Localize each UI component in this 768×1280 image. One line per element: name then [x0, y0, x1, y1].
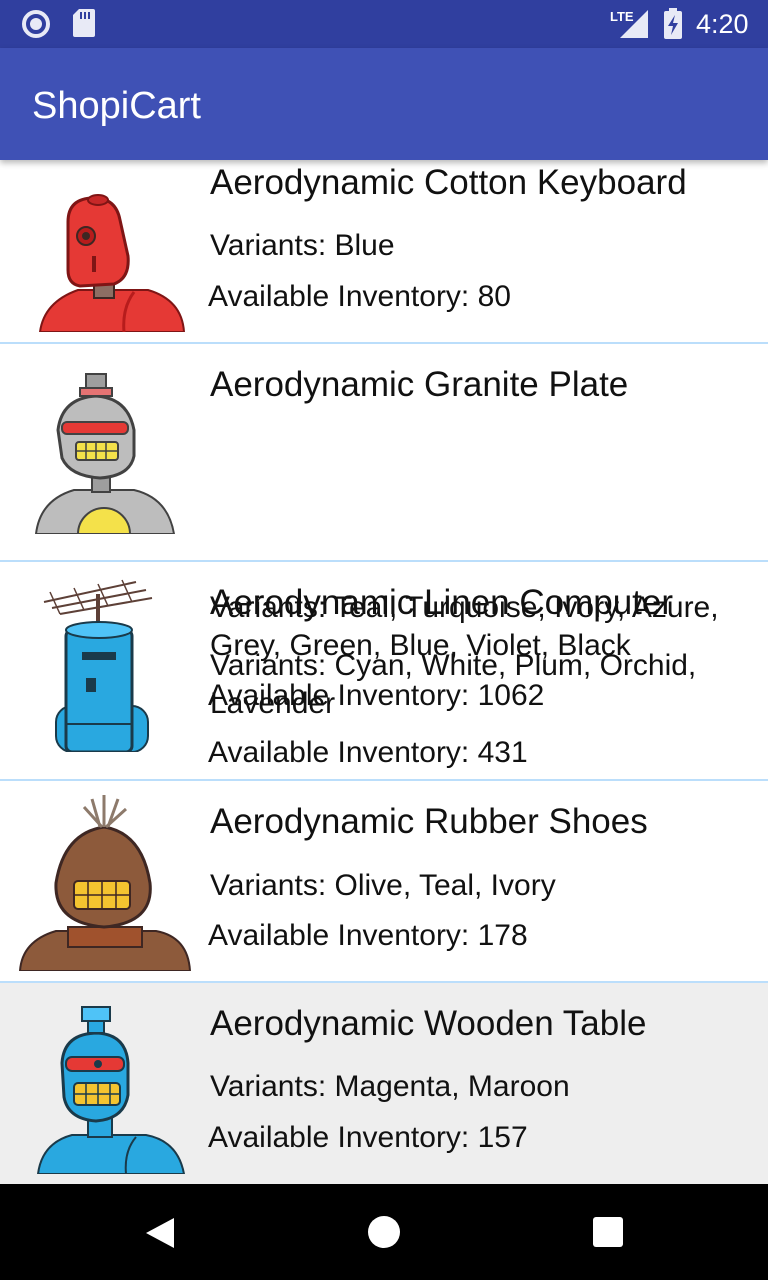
network-label: LTE: [610, 9, 634, 24]
product-inventory: Available Inventory: 178: [208, 919, 528, 952]
product-row[interactable]: Aerodynamic Granite Plate Variants: Teal…: [0, 344, 768, 712]
brown-robot-icon: [18, 795, 191, 971]
home-icon[interactable]: [366, 1214, 402, 1250]
assistant-circle-icon: [22, 10, 50, 38]
grey-robot-icon: [34, 373, 176, 534]
sd-card-icon: [73, 9, 95, 37]
product-inventory: Available Inventory: 80: [208, 280, 511, 313]
recents-icon[interactable]: [592, 1216, 624, 1248]
product-name: Aerodynamic Wooden Table: [210, 1004, 647, 1043]
blue-robot-icon: [36, 1006, 186, 1174]
blue-antenna-robot-icon: [43, 579, 153, 752]
back-icon[interactable]: [144, 1216, 176, 1250]
product-name: Aerodynamic Granite Plate: [210, 365, 629, 404]
app-bar: ShopiCart: [0, 48, 768, 160]
product-list[interactable]: Aerodynamic Cotton Keyboard Variants: Bl…: [0, 160, 768, 1184]
product-name: Aerodynamic Rubber Shoes: [210, 802, 648, 841]
product-row[interactable]: Aerodynamic Rubber Shoes Variants: Olive…: [0, 781, 768, 981]
product-inventory: Available Inventory: 157: [208, 1121, 528, 1154]
red-robot-icon: [38, 194, 186, 332]
app-title: ShopiCart: [32, 85, 201, 127]
clock: 4:20: [696, 9, 749, 39]
product-variants: Variants: Blue: [210, 229, 395, 262]
product-variants: Variants: Cyan, White, Plum, Orchid, Lav…: [210, 649, 697, 720]
status-bar: LTE 4:20: [0, 0, 768, 48]
product-row[interactable]: Aerodynamic Linen Computer Variants: Cya…: [0, 562, 768, 778]
product-inventory: Available Inventory: 431: [208, 736, 528, 769]
product-row[interactable]: Aerodynamic Wooden Table Variants: Magen…: [0, 983, 768, 1184]
product-row[interactable]: Aerodynamic Cotton Keyboard Variants: Bl…: [0, 160, 768, 342]
product-name: Aerodynamic Cotton Keyboard: [210, 163, 687, 202]
navigation-bar: [0, 1184, 768, 1280]
battery-charging-icon: [664, 8, 682, 39]
product-name: Aerodynamic Linen Computer: [210, 583, 674, 622]
product-variants: Variants: Magenta, Maroon: [210, 1070, 570, 1103]
product-variants: Variants: Olive, Teal, Ivory: [210, 869, 556, 902]
